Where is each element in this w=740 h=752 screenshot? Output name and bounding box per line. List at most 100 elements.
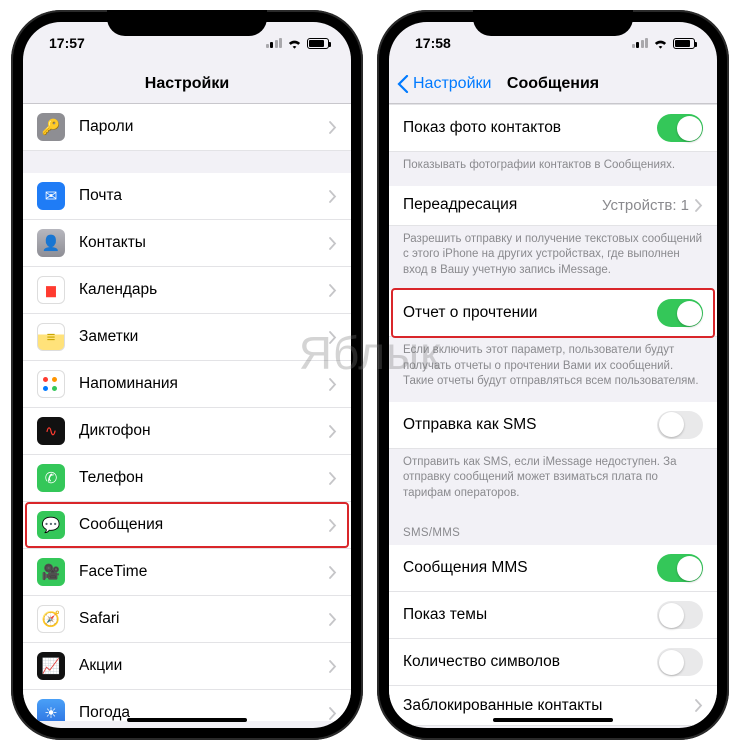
row-facetime[interactable]: 🎥 FaceTime: [23, 549, 351, 596]
cellular-icon: [266, 38, 283, 48]
row-send-as-sms[interactable]: Отправка как SMS: [389, 402, 717, 449]
row-passwords[interactable]: 🔑 Пароли: [23, 104, 351, 151]
row-label: Заметки: [79, 328, 329, 346]
row-calendar[interactable]: ▆ Календарь: [23, 267, 351, 314]
section-header: SMS/MMS: [389, 513, 717, 545]
chevron-right-icon: [329, 190, 337, 203]
notch: [473, 10, 633, 36]
contacts-icon: 👤: [37, 229, 65, 257]
status-time: 17:58: [415, 35, 451, 51]
row-value: Устройств: 1: [602, 197, 689, 214]
row-label: Отправка как SMS: [403, 416, 657, 434]
row-label: Сообщения MMS: [403, 559, 657, 577]
row-label: Отчет о прочтении: [403, 304, 657, 322]
row-label: Показ фото контактов: [403, 119, 657, 137]
chevron-right-icon: [329, 331, 337, 344]
toggle-send-as-sms[interactable]: [657, 411, 703, 439]
row-char-count[interactable]: Количество символов: [389, 639, 717, 686]
row-label: Количество символов: [403, 653, 657, 671]
facetime-icon: 🎥: [37, 558, 65, 586]
chevron-right-icon: [329, 566, 337, 579]
row-show-subject[interactable]: Показ темы: [389, 592, 717, 639]
messages-icon: 💬: [37, 511, 65, 539]
row-label: Почта: [79, 187, 329, 205]
row-voice-memos[interactable]: ∿ Диктофон: [23, 408, 351, 455]
row-weather[interactable]: ☀︎ Погода: [23, 690, 351, 721]
chevron-right-icon: [329, 378, 337, 391]
row-label: Заблокированные контакты: [403, 697, 695, 715]
row-label: Акции: [79, 657, 329, 675]
toggle-read-receipts[interactable]: [657, 299, 703, 327]
settings-list[interactable]: 🔑 Пароли ✉︎ Почта 👤 Контакты ▆: [23, 97, 351, 721]
home-indicator[interactable]: [127, 718, 247, 722]
notes-icon: ≡: [37, 323, 65, 351]
footer-text: Показывать фотографии контактов в Сообще…: [389, 152, 717, 186]
footer-text: Разрешить отправку и получение текстовых…: [389, 226, 717, 291]
phone-right: 17:58 Настройки Сообщения Показ фото кон…: [377, 10, 729, 740]
key-icon: 🔑: [37, 113, 65, 141]
chevron-right-icon: [329, 284, 337, 297]
footer-text: Отправить как SMS, если iMessage недосту…: [389, 449, 717, 514]
chevron-right-icon: [329, 121, 337, 134]
row-show-contact-photos[interactable]: Показ фото контактов: [389, 104, 717, 152]
mail-icon: ✉︎: [37, 182, 65, 210]
navbar: Настройки: [23, 64, 351, 104]
toggle-show-subject[interactable]: [657, 601, 703, 629]
reminders-icon: [37, 370, 65, 398]
battery-icon: [673, 38, 695, 49]
row-label: Переадресация: [403, 196, 602, 214]
wifi-icon: [287, 37, 302, 49]
row-label: Сообщения: [79, 516, 329, 534]
row-label: Календарь: [79, 281, 329, 299]
row-label: Safari: [79, 610, 329, 628]
row-mail[interactable]: ✉︎ Почта: [23, 173, 351, 220]
row-notes[interactable]: ≡ Заметки: [23, 314, 351, 361]
weather-icon: ☀︎: [37, 699, 65, 721]
row-label: Диктофон: [79, 422, 329, 440]
chevron-left-icon: [397, 75, 409, 93]
row-label: FaceTime: [79, 563, 329, 581]
row-contacts[interactable]: 👤 Контакты: [23, 220, 351, 267]
toggle-show-contact-photos[interactable]: [657, 114, 703, 142]
toggle-mms[interactable]: [657, 554, 703, 582]
row-mms[interactable]: Сообщения MMS: [389, 545, 717, 592]
row-safari[interactable]: 🧭 Safari: [23, 596, 351, 643]
row-label: Контакты: [79, 234, 329, 252]
battery-icon: [307, 38, 329, 49]
row-label: Показ темы: [403, 606, 657, 624]
stocks-icon: 📈: [37, 652, 65, 680]
notch: [107, 10, 267, 36]
phone-icon: ✆: [37, 464, 65, 492]
back-button[interactable]: Настройки: [397, 75, 491, 93]
row-label: Напоминания: [79, 375, 329, 393]
cellular-icon: [632, 38, 649, 48]
wifi-icon: [653, 37, 668, 49]
chevron-right-icon: [695, 699, 703, 712]
home-indicator[interactable]: [493, 718, 613, 722]
row-label: Пароли: [79, 118, 329, 136]
footer-text: Если включить этот параметр, пользовател…: [389, 337, 717, 402]
chevron-right-icon: [329, 613, 337, 626]
chevron-right-icon: [329, 425, 337, 438]
section-header: ИСТОРИЯ СООБЩЕНИЙ: [389, 726, 717, 728]
row-reminders[interactable]: Напоминания: [23, 361, 351, 408]
chevron-right-icon: [329, 472, 337, 485]
row-read-receipts[interactable]: Отчет о прочтении: [389, 290, 717, 337]
page-title: Настройки: [145, 75, 229, 93]
chevron-right-icon: [329, 237, 337, 250]
row-stocks[interactable]: 📈 Акции: [23, 643, 351, 690]
calendar-icon: ▆: [37, 276, 65, 304]
row-text-forwarding[interactable]: Переадресация Устройств: 1: [389, 186, 717, 226]
phone-left: 17:57 Настройки 🔑 Пароли: [11, 10, 363, 740]
row-phone[interactable]: ✆ Телефон: [23, 455, 351, 502]
row-messages[interactable]: 💬 Сообщения: [23, 502, 351, 549]
chevron-right-icon: [695, 199, 703, 212]
navbar: Настройки Сообщения: [389, 64, 717, 104]
chevron-right-icon: [329, 707, 337, 720]
toggle-char-count[interactable]: [657, 648, 703, 676]
chevron-right-icon: [329, 660, 337, 673]
messages-settings[interactable]: Показ фото контактов Показывать фотограф…: [389, 104, 717, 728]
page-title: Сообщения: [507, 75, 599, 93]
row-label: Телефон: [79, 469, 329, 487]
back-label: Настройки: [413, 75, 491, 93]
